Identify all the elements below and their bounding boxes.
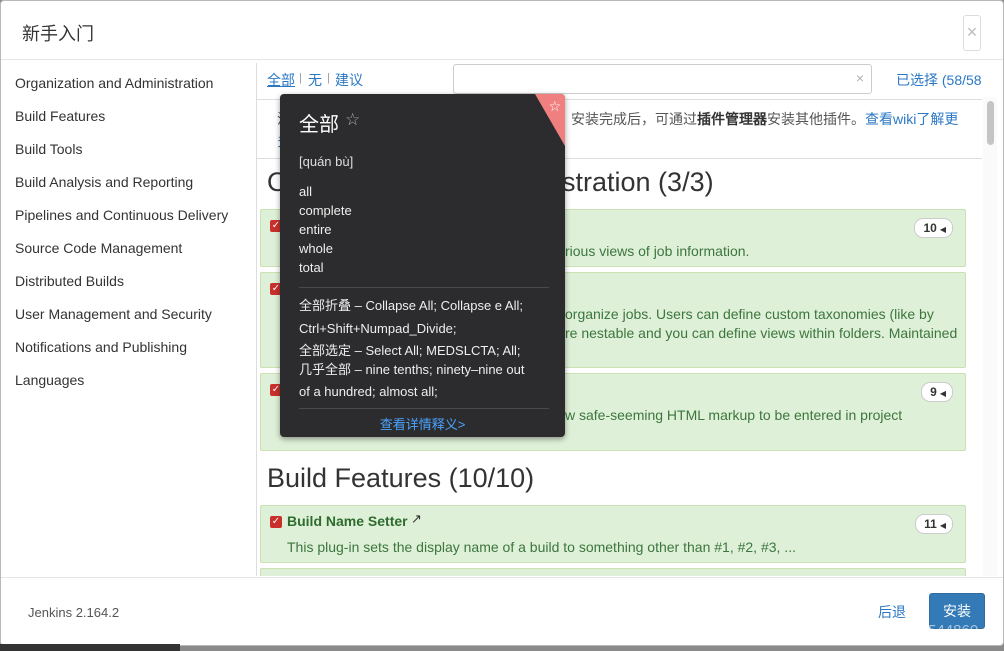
separator: | bbox=[327, 72, 330, 84]
popup-phrase: 全部选定 – Select All; MEDSLCTA; All; bbox=[299, 343, 521, 358]
divider bbox=[299, 408, 549, 409]
dictionary-popup: ☆ 全部 ☆ [quán bù] all complete entire who… bbox=[280, 94, 565, 437]
wiki-link[interactable]: 查看wiki了解更 bbox=[865, 111, 958, 127]
sidebar-item-organization-administration[interactable]: Organization and Administration bbox=[15, 75, 213, 91]
scrollbar[interactable] bbox=[983, 97, 997, 576]
popup-definition: total bbox=[299, 260, 324, 275]
scroll-thumb[interactable] bbox=[987, 101, 994, 145]
popup-definition: entire bbox=[299, 222, 332, 237]
popup-word: 全部 bbox=[299, 114, 339, 136]
popup-definition: all bbox=[299, 184, 313, 199]
plugin-card bbox=[260, 568, 966, 576]
popup-phrase: Ctrl+Shift+Numpad_Divide; bbox=[299, 321, 457, 336]
plugin-description: rious views of job information. bbox=[565, 243, 750, 259]
dependency-count-badge[interactable]: 10 ◀ bbox=[914, 218, 953, 238]
plugin-name: Build Name Setter bbox=[287, 513, 408, 529]
checkbox-checked-icon[interactable]: ✓ bbox=[270, 516, 282, 528]
back-button[interactable]: 后退 bbox=[878, 602, 906, 622]
category-sidebar: Organization and Administration Build Fe… bbox=[7, 63, 257, 576]
sidebar-item-languages[interactable]: Languages bbox=[15, 372, 84, 388]
sidebar-item-scm[interactable]: Source Code Management bbox=[15, 240, 182, 256]
select-all-link[interactable]: 全部 bbox=[267, 70, 295, 90]
dialog-header: 新手入门 × bbox=[1, 1, 1003, 60]
select-suggested-link[interactable]: 建议 bbox=[335, 70, 363, 90]
plugin-search-input[interactable]: × bbox=[453, 64, 872, 94]
external-link-icon[interactable]: ↗ bbox=[411, 511, 422, 527]
popup-phrase: 几乎全部 – nine tenths; ninety–nine out bbox=[299, 362, 525, 377]
popup-phrase: 全部折叠 – Collapse All; Collapse e All; bbox=[299, 298, 523, 313]
plugin-description: This plug-in sets the display name of a … bbox=[287, 539, 796, 555]
popup-definition: complete bbox=[299, 203, 352, 218]
popup-pinyin: [quán bù] bbox=[299, 154, 354, 169]
dialog-title: 新手入门 bbox=[22, 24, 94, 44]
plugin-card-build-name-setter: ✓ Build Name Setter ↗ 11 ◀ This plug-in s… bbox=[260, 505, 966, 563]
divider bbox=[299, 287, 549, 288]
plugin-description: organize jobs. Users can define custom t… bbox=[565, 306, 934, 322]
sidebar-item-build-tools[interactable]: Build Tools bbox=[15, 141, 82, 157]
sidebar-item-distributed-builds[interactable]: Distributed Builds bbox=[15, 273, 124, 289]
plugin-description: w safe-seeming HTML markup to be entered… bbox=[565, 407, 903, 423]
sidebar-item-notifications[interactable]: Notifications and Publishing bbox=[15, 339, 187, 355]
sidebar-item-build-features[interactable]: Build Features bbox=[15, 108, 105, 124]
popup-more-link[interactable]: 查看详情释义> bbox=[280, 414, 565, 433]
popup-definition: whole bbox=[299, 241, 333, 256]
select-none-link[interactable]: 无 bbox=[308, 70, 322, 90]
dependency-count-badge[interactable]: 11 ◀ bbox=[915, 514, 953, 534]
star-icon[interactable]: ☆ bbox=[345, 110, 360, 130]
watermark: https://blog.csdn.net/qq_33544860 bbox=[748, 622, 979, 639]
star-icon[interactable]: ☆ bbox=[548, 98, 561, 115]
close-button[interactable]: × bbox=[963, 15, 981, 51]
popup-phrase: of a hundred; almost all; bbox=[299, 384, 438, 399]
taskbar-fragment bbox=[0, 644, 180, 651]
clear-icon[interactable]: × bbox=[856, 70, 864, 86]
selected-count-link[interactable]: 已选择 (58/58) bbox=[896, 70, 982, 90]
plugin-description: re nestable and you can define views wit… bbox=[565, 325, 958, 341]
sidebar-item-pipelines[interactable]: Pipelines and Continuous Delivery bbox=[15, 207, 228, 223]
sidebar-item-build-analysis[interactable]: Build Analysis and Reporting bbox=[15, 174, 193, 190]
sidebar-item-user-management[interactable]: User Management and Security bbox=[15, 306, 212, 322]
separator: | bbox=[299, 72, 302, 84]
section-title-build-features: Build Features (10/10) bbox=[267, 463, 535, 493]
dependency-count-badge[interactable]: 9 ◀ bbox=[921, 382, 953, 402]
version-label: Jenkins 2.164.2 bbox=[28, 605, 120, 620]
